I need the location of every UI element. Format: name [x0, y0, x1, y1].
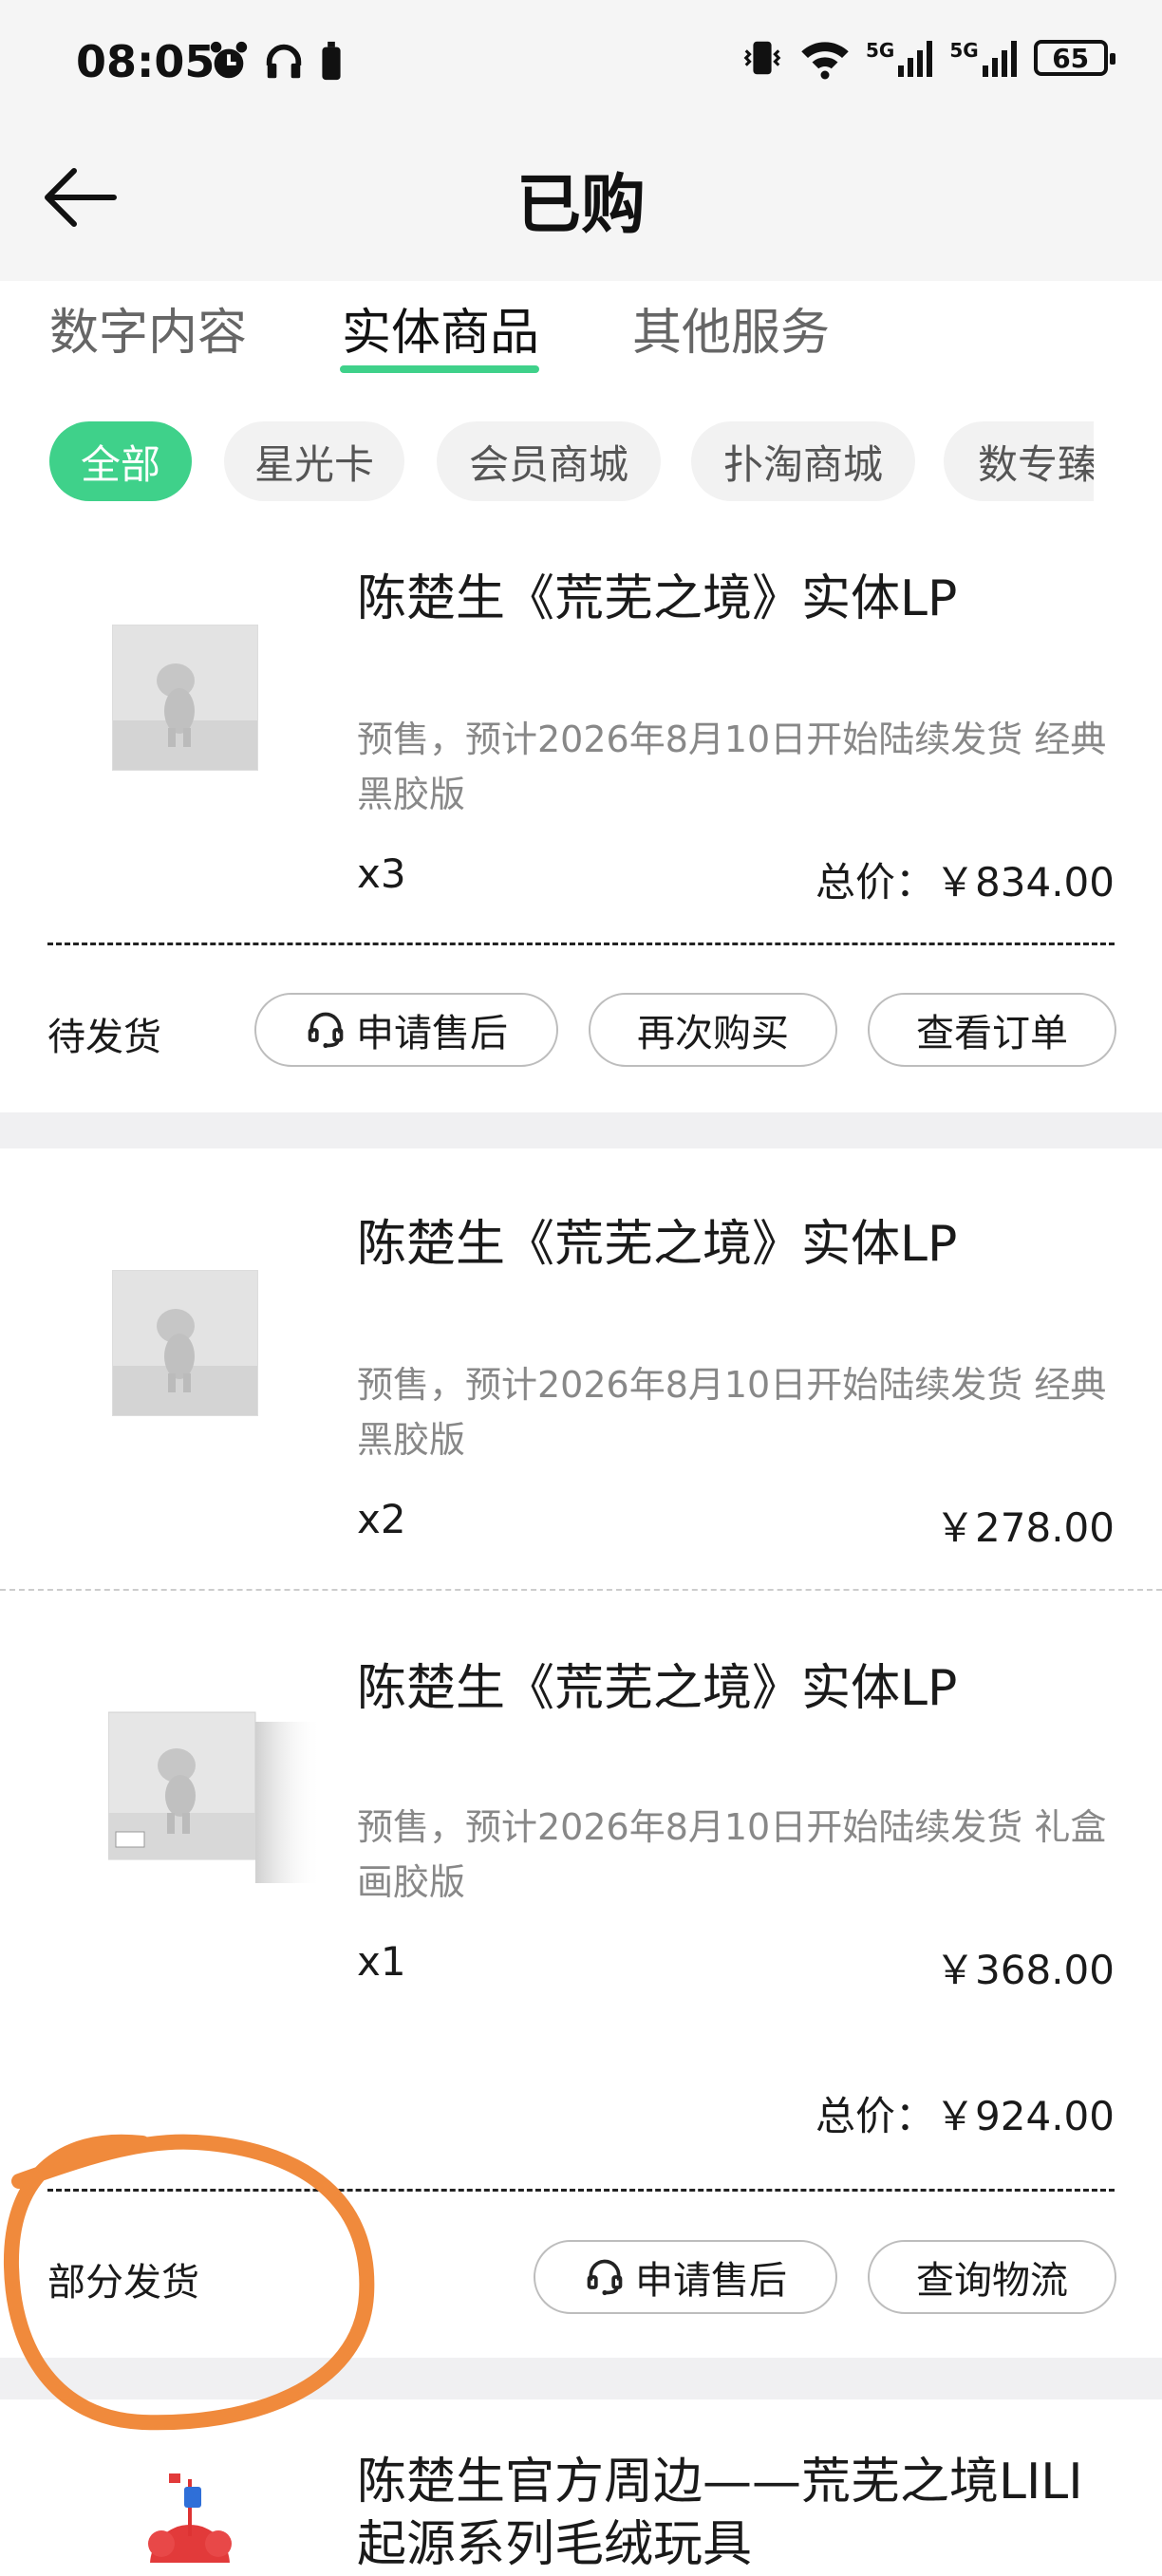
- alarm-icon: [210, 41, 248, 78]
- filter-chip-digital-album[interactable]: 数专臻: [944, 421, 1094, 501]
- product-thumbnail[interactable]: [112, 1270, 258, 1416]
- 5g-signal-2: 5G: [949, 39, 1018, 77]
- after-sales-button-label: 申请售后: [635, 2259, 787, 2303]
- track-shipment-button[interactable]: 查询物流: [868, 2240, 1116, 2314]
- plush-toy-image: [104, 2460, 275, 2563]
- buy-again-button[interactable]: 再次购买: [589, 993, 837, 1067]
- product-thumbnail[interactable]: [112, 625, 258, 771]
- album-cover-image: [113, 1271, 257, 1415]
- product-title-text: 陈楚生官方周边——荒芜之境LILI起源系列毛绒玩具: [357, 2454, 1083, 2573]
- product-title[interactable]: 陈楚生官方周边——荒芜之境LILI起源系列毛绒玩具: [357, 2451, 1116, 2576]
- product-title[interactable]: 陈楚生《荒芜之境》实体LP: [357, 558, 957, 629]
- status-right-icons: 5G 5G 65: [740, 36, 1115, 80]
- product-thumbnail[interactable]: [104, 2460, 275, 2563]
- filter-chip-putao-mall[interactable]: 扑淘商城: [691, 421, 915, 501]
- filter-chip-member-mall[interactable]: 会员商城: [437, 421, 661, 501]
- status-left-icons: [207, 38, 346, 84]
- product-quantity: x3: [357, 850, 406, 897]
- 5g-signal-1: 5G: [866, 39, 934, 77]
- product-title[interactable]: 陈楚生《荒芜之境》实体LP: [357, 1648, 957, 1719]
- product-quantity: x1: [357, 1938, 406, 1985]
- product-price: ￥278.00: [935, 1504, 1115, 1551]
- battery-indicator: 65: [1033, 40, 1115, 76]
- order-total-price: 总价：￥834.00: [815, 859, 1115, 905]
- product-description: 预售，预计2026年8月10日开始陆续发货 经典黑胶版: [357, 719, 1107, 815]
- orange-annotation-circle: [3, 2134, 375, 2431]
- album-cover-image: [113, 625, 257, 770]
- product-quantity: x2: [357, 1496, 406, 1542]
- network-label-2: 5G: [949, 39, 979, 62]
- after-sales-button[interactable]: 申请售后: [534, 2240, 837, 2314]
- page-title: 已购: [515, 168, 646, 243]
- tab-digital-content[interactable]: 数字内容: [49, 292, 247, 364]
- divider: [47, 943, 1115, 945]
- signal-bars-icon: [898, 41, 933, 77]
- filter-chip-starlight-card[interactable]: 星光卡: [224, 421, 404, 501]
- battery-saver-icon: [322, 41, 341, 80]
- headset-icon: [587, 2259, 623, 2296]
- network-label-1: 5G: [866, 39, 895, 62]
- signal-bars-icon: [982, 41, 1017, 77]
- gift-box-cover-image: [107, 1711, 322, 1883]
- view-order-button[interactable]: 查看订单: [868, 993, 1116, 1067]
- product-price: ￥368.00: [935, 1947, 1115, 1993]
- status-time: 08:05: [76, 36, 216, 87]
- after-sales-button-label: 申请售后: [356, 1012, 508, 1055]
- tab-physical-goods[interactable]: 实体商品: [342, 292, 539, 364]
- vibrate-icon: [743, 41, 781, 75]
- product-thumbnail[interactable]: [107, 1708, 327, 1889]
- after-sales-button[interactable]: 申请售后: [254, 993, 558, 1067]
- active-tab-indicator: [340, 365, 539, 373]
- headset-icon: [308, 1012, 344, 1049]
- item-divider: [0, 1589, 1162, 1591]
- product-description: 预售，预计2026年8月10日开始陆续发货 礼盒画胶版: [357, 1806, 1107, 1903]
- product-description: 预售，预计2026年8月10日开始陆续发货 经典黑胶版: [357, 1364, 1107, 1461]
- filter-chip-all[interactable]: 全部: [49, 421, 192, 501]
- wifi-icon: [801, 42, 849, 80]
- order-separator: [0, 1112, 1162, 1148]
- order-total-price: 总价：￥924.00: [815, 2093, 1115, 2139]
- order-status: 待发货: [47, 1016, 161, 1059]
- product-title[interactable]: 陈楚生《荒芜之境》实体LP: [357, 1204, 957, 1275]
- headphones-icon: [266, 44, 302, 78]
- tab-other-services[interactable]: 其他服务: [632, 292, 830, 364]
